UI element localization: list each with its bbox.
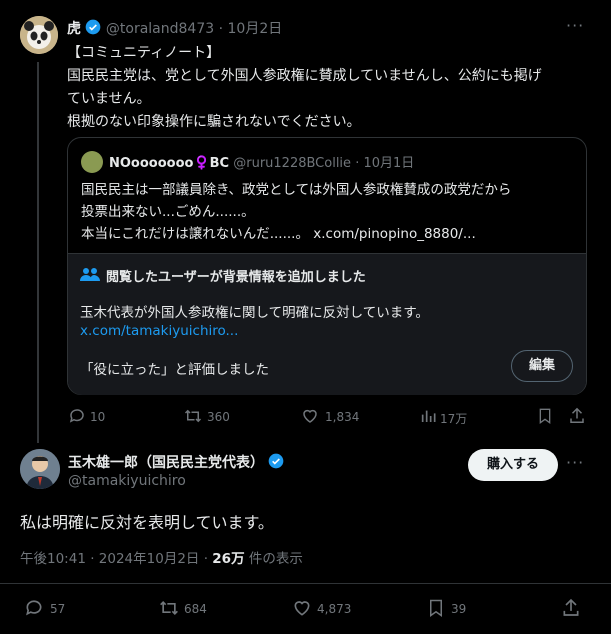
bookmark-icon[interactable] <box>537 407 553 425</box>
tweet-line: ていません。 <box>67 91 151 107</box>
quoted-tweet-card[interactable]: NOooooooo♀️BC @ruru1228BCollie · 10月1日 国… <box>67 137 587 395</box>
person-avatar-icon <box>20 449 60 489</box>
more-icon[interactable]: ··· <box>566 16 584 35</box>
tweet-line: 国民民主党は、党として外国人参政権に賛成していませんし、公約にも掲げ <box>67 68 542 84</box>
verified-badge-icon <box>269 453 284 469</box>
subscribe-button[interactable]: 購入する <box>468 449 558 481</box>
retweet-count: 360 <box>207 410 230 424</box>
like-count: 4,873 <box>317 602 352 616</box>
note-link[interactable]: x.com/tamakiyuichiro... <box>80 323 238 339</box>
divider <box>0 583 611 584</box>
verified-badge-icon <box>86 19 101 35</box>
reply-icon[interactable] <box>68 407 86 425</box>
quote-author-name: NOooooooo♀️BC <box>109 156 230 171</box>
edit-button[interactable]: 編集 <box>511 350 573 382</box>
views-count: 17万 <box>440 412 468 426</box>
note-rated-text: 「役に立った」と評価しました <box>80 362 269 378</box>
retweet-icon[interactable] <box>183 407 203 425</box>
quote-line: 本当にこれだけは譲れないんだ......。 x.com/pinopino_888… <box>81 226 476 242</box>
reply-count: 57 <box>50 602 66 616</box>
tweet-date[interactable]: 10月2日 <box>228 21 283 37</box>
note-text: 玉木代表が外国人参政権に関して明確に反対しています。 <box>80 305 429 321</box>
tweet1-header: 虎 @toraland8473 · 10月2日 <box>67 19 283 37</box>
views-number: 26万 <box>212 551 245 567</box>
tweet2-text: 私は明確に反対を表明しています。 <box>20 513 274 532</box>
community-note: 閲覧したユーザーが背景情報を追加しました 玉木代表が外国人参政権に関して明確に反… <box>68 253 586 395</box>
avatar-quoted <box>81 151 103 173</box>
views-icon[interactable] <box>420 407 436 425</box>
quote-header: NOooooooo♀️BC @ruru1228BCollie · 10月1日 <box>109 156 415 171</box>
bookmark-count: 39 <box>451 602 467 616</box>
author-handle[interactable]: @tamakiyuichiro <box>68 473 186 489</box>
thread-line <box>37 62 39 443</box>
tweet2-header: 玉木雄一郎（国民民主党代表） <box>68 452 284 472</box>
reply-icon[interactable] <box>24 598 44 618</box>
like-icon[interactable] <box>292 598 312 618</box>
more-icon[interactable]: ··· <box>566 453 584 472</box>
share-icon[interactable] <box>561 597 581 618</box>
quote-text: 国民民主は一部議員除き、政党としては外国人参政権賛成の政党だから 投票出来ない.… <box>81 179 576 245</box>
views-label: 件の表示 <box>244 551 303 567</box>
bookmark-icon[interactable] <box>427 598 445 618</box>
tweet-line: 根拠のない印象操作に騙されないでください。 <box>67 114 361 130</box>
tweet-meta: 午後10:41 · 2024年10月2日 · 26万 件の表示 <box>20 547 303 567</box>
retweet-icon[interactable] <box>158 598 180 618</box>
panda-avatar-icon <box>20 16 58 54</box>
avatar-tamaki[interactable] <box>20 449 60 489</box>
note-header: 閲覧したユーザーが背景情報を追加しました <box>106 270 366 285</box>
retweet-count: 684 <box>184 602 207 616</box>
author-handle[interactable]: @toraland8473 <box>106 21 214 37</box>
tweet-timestamp[interactable]: 午後10:41 · 2024年10月2日 · <box>20 551 212 567</box>
tweet1-text: 【コミュニティノート】 国民民主党は、党として外国人参政権に賛成していませんし、… <box>67 42 587 134</box>
people-icon <box>80 268 100 281</box>
author-name[interactable]: 虎 <box>67 21 81 37</box>
tweet-line: 【コミュニティノート】 <box>67 45 221 61</box>
quote-author-handle: @ruru1228BCollie <box>233 156 352 171</box>
like-count: 1,834 <box>325 410 360 424</box>
quote-date: 10月1日 <box>363 156 415 171</box>
quote-line: 国民民主は一部議員除き、政党としては外国人参政権賛成の政党だから <box>81 182 512 198</box>
share-icon[interactable] <box>568 406 586 425</box>
author-name[interactable]: 玉木雄一郎（国民民主党代表） <box>68 455 264 471</box>
reply-count: 10 <box>90 410 106 424</box>
avatar-tora[interactable] <box>20 16 58 54</box>
quote-line: 投票出来ない...ごめん......。 <box>81 204 255 220</box>
like-icon[interactable] <box>301 407 319 425</box>
